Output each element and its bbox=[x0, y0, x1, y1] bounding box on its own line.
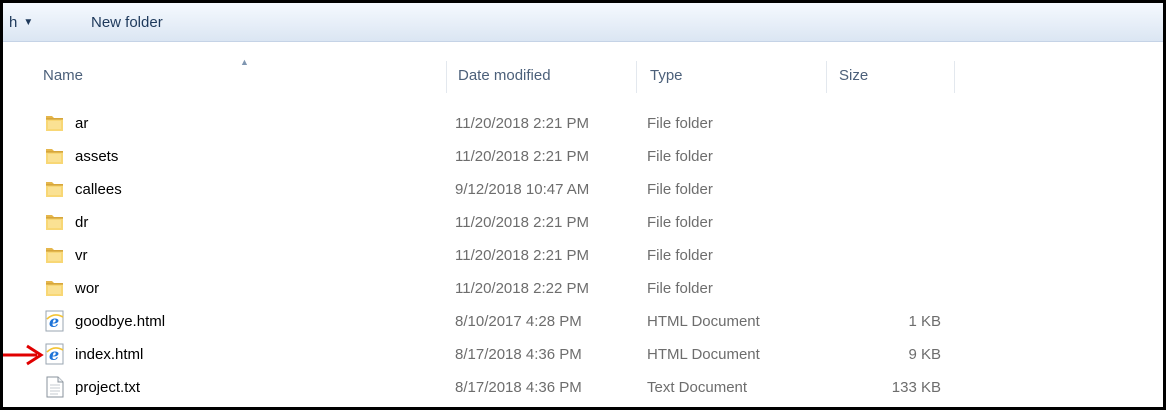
column-header-row: ▲ Name Date modified Type Size bbox=[3, 57, 1163, 95]
file-date-modified: 11/20/2018 2:21 PM bbox=[455, 247, 589, 264]
file-type: File folder bbox=[647, 280, 713, 297]
folder-icon bbox=[44, 178, 66, 200]
file-size: 9 KB bbox=[908, 346, 941, 363]
folder-icon bbox=[44, 211, 66, 233]
column-divider[interactable] bbox=[954, 61, 955, 93]
toolbar-menu-label: h bbox=[9, 14, 18, 31]
column-header-date-modified[interactable]: Date modified bbox=[458, 57, 551, 95]
file-date-modified: 11/20/2018 2:21 PM bbox=[455, 148, 589, 165]
file-size: 1 KB bbox=[908, 313, 941, 330]
file-row[interactable]: e goodbye.html 8/10/2017 4:28 PM HTML Docum… bbox=[3, 305, 1163, 338]
file-date-modified: 11/20/2018 2:21 PM bbox=[455, 115, 589, 132]
sort-ascending-icon: ▲ bbox=[240, 57, 249, 67]
file-name: goodbye.html bbox=[75, 313, 166, 330]
file-name: dr bbox=[75, 214, 89, 231]
file-date-modified: 11/20/2018 2:22 PM bbox=[455, 280, 589, 297]
file-date-modified: 8/10/2017 4:28 PM bbox=[455, 313, 582, 330]
column-header-size[interactable]: Size bbox=[839, 57, 868, 95]
file-type: HTML Document bbox=[647, 346, 760, 363]
file-row[interactable]: vr 11/20/2018 2:21 PM File folder bbox=[3, 239, 1163, 272]
file-row[interactable]: project.txt 8/17/2018 4:36 PM Text Documen… bbox=[3, 371, 1163, 404]
file-name: wor bbox=[75, 280, 100, 297]
text-document-icon bbox=[44, 376, 66, 398]
file-date-modified: 8/17/2018 4:36 PM bbox=[455, 379, 582, 396]
explorer-window: h ▼ New folder ▲ Name Date modified Type … bbox=[0, 0, 1166, 410]
file-date-modified: 8/17/2018 4:36 PM bbox=[455, 346, 582, 363]
new-folder-button[interactable]: New folder bbox=[91, 14, 163, 31]
file-date-modified: 11/20/2018 2:21 PM bbox=[455, 214, 589, 231]
file-type: Text Document bbox=[647, 379, 748, 396]
file-row[interactable]: wor 11/20/2018 2:22 PM File folder bbox=[3, 272, 1163, 305]
file-name: assets bbox=[75, 148, 119, 165]
file-date-modified: 9/12/2018 10:47 AM bbox=[455, 181, 590, 198]
file-row[interactable]: e index.html 8/17/2018 4:36 PM HTML Documen… bbox=[3, 338, 1163, 371]
file-type: File folder bbox=[647, 214, 713, 231]
column-divider[interactable] bbox=[826, 61, 827, 93]
file-type: File folder bbox=[647, 181, 713, 198]
dropdown-arrow-icon: ▼ bbox=[23, 17, 34, 28]
file-name: project.txt bbox=[75, 379, 141, 396]
file-name: index.html bbox=[75, 346, 144, 363]
file-type: File folder bbox=[647, 247, 713, 264]
column-header-type[interactable]: Type bbox=[650, 57, 683, 95]
folder-icon bbox=[44, 145, 66, 167]
file-name: vr bbox=[75, 247, 88, 264]
folder-icon bbox=[44, 277, 66, 299]
file-name: ar bbox=[75, 115, 89, 132]
column-header-name[interactable]: Name bbox=[43, 57, 83, 95]
folder-icon bbox=[44, 244, 66, 266]
file-type: File folder bbox=[647, 115, 713, 132]
file-row[interactable]: callees 9/12/2018 10:47 AM File folder bbox=[3, 173, 1163, 206]
internet-explorer-icon: e bbox=[44, 310, 66, 332]
file-size: 133 KB bbox=[891, 379, 941, 396]
column-divider[interactable] bbox=[636, 61, 637, 93]
file-row[interactable]: assets 11/20/2018 2:21 PM File folder bbox=[3, 140, 1163, 173]
toolbar-menu-button[interactable]: h ▼ bbox=[9, 14, 33, 31]
file-name: callees bbox=[75, 181, 122, 198]
folder-icon bbox=[44, 112, 66, 134]
toolbar: h ▼ New folder bbox=[3, 3, 1163, 42]
column-divider[interactable] bbox=[446, 61, 447, 93]
file-type: HTML Document bbox=[647, 313, 760, 330]
red-arrow-annotation bbox=[3, 344, 44, 366]
file-row[interactable]: dr 11/20/2018 2:21 PM File folder bbox=[3, 206, 1163, 239]
file-type: File folder bbox=[647, 148, 713, 165]
file-row[interactable]: ar 11/20/2018 2:21 PM File folder bbox=[3, 107, 1163, 140]
